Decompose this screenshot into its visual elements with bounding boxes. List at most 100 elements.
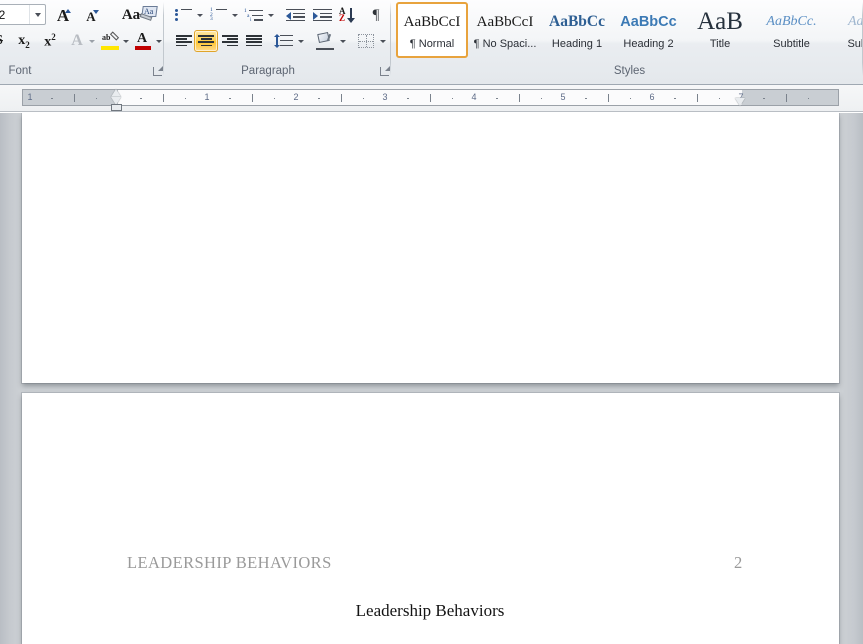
highlight-color-dropdown[interactable]	[121, 32, 131, 50]
style-subtitle[interactable]: AaBbCc. Subtitle	[755, 2, 828, 58]
document-page-2[interactable]: LEADERSHIP BEHAVIORS 2 Leadership Behavi…	[22, 393, 839, 644]
clear-formatting-button[interactable]: Aa	[135, 2, 163, 28]
align-right-button[interactable]	[218, 30, 242, 52]
ruler-quarter-inch-dot	[273, 97, 276, 99]
highlighter-icon: ab	[101, 31, 120, 50]
numbering-icon: 123	[210, 7, 227, 22]
sort-icon: A Z	[339, 6, 359, 24]
shading-dropdown[interactable]	[337, 32, 348, 50]
bullets-dropdown[interactable]	[194, 6, 205, 24]
shrink-font-button[interactable]: A	[78, 4, 104, 26]
ruler-track: 11234567	[22, 89, 839, 106]
clear-formatting-icon: Aa	[139, 6, 159, 24]
left-indent-marker[interactable]	[111, 104, 122, 111]
pilcrow-icon: ¶	[372, 6, 380, 23]
paint-bucket-icon	[315, 31, 336, 50]
shrink-font-arrow-icon	[93, 10, 99, 14]
ruler-half-inch-tick	[785, 94, 787, 102]
borders-dropdown[interactable]	[377, 32, 388, 50]
document-title: Leadership Behaviors	[355, 601, 505, 620]
font-size-combo[interactable]: 12	[0, 4, 46, 25]
increase-indent-icon	[312, 8, 332, 22]
subscript-button[interactable]: x2	[12, 30, 36, 52]
multilevel-list-icon: 1 a i	[244, 8, 263, 23]
font-color-button[interactable]: A	[131, 30, 155, 52]
font-size-dropdown-arrow[interactable]	[29, 5, 45, 24]
ruler-number: 4	[471, 92, 477, 102]
ruler-half-inch-tick	[696, 94, 698, 102]
bullets-button[interactable]	[172, 4, 195, 26]
ruler-half-inch-tick	[340, 94, 342, 102]
text-effects-dropdown[interactable]	[87, 32, 97, 50]
style-no-spacing[interactable]: AaBbCcI ¶ No Spaci...	[468, 2, 542, 58]
ruler-quarter-inch-dot	[318, 97, 320, 99]
paragraph-dialog-launcher[interactable]	[379, 66, 390, 77]
ruler-half-inch-tick	[251, 94, 253, 102]
align-left-button[interactable]	[172, 30, 196, 52]
ruler-number: 2	[293, 92, 299, 102]
align-center-button[interactable]	[194, 30, 218, 52]
show-formatting-marks-button[interactable]: ¶	[365, 4, 387, 26]
style-title[interactable]: AaB Title	[685, 2, 755, 58]
numbering-dropdown[interactable]	[229, 6, 240, 24]
style-normal-label: ¶ Normal	[409, 38, 455, 50]
align-left-icon	[176, 35, 192, 47]
style-heading-1[interactable]: AaBbCс Heading 1	[542, 2, 612, 58]
style-no-spacing-preview: AaBbCcI	[476, 14, 534, 30]
font-dialog-launcher[interactable]	[152, 66, 163, 77]
decrease-indent-button[interactable]	[283, 4, 307, 26]
shading-caret-icon	[339, 39, 346, 43]
style-heading-2-label: Heading 2	[623, 38, 674, 50]
justify-button[interactable]	[242, 30, 266, 52]
document-page-1[interactable]	[22, 113, 839, 383]
line-spacing-button[interactable]	[272, 30, 296, 52]
ruler-half-inch-tick	[73, 94, 75, 102]
ribbon-group-labels: Font Paragraph Styles	[0, 60, 863, 84]
line-spacing-dropdown[interactable]	[295, 32, 306, 50]
right-indent-marker[interactable]	[735, 98, 745, 106]
group-label-styles: Styles	[613, 65, 646, 77]
group-label-font: Font	[8, 65, 32, 77]
text-effects-button[interactable]: A	[66, 30, 88, 52]
strikethrough-glyph: S	[0, 33, 3, 49]
horizontal-ruler[interactable]: 11234567	[0, 85, 863, 112]
ruler-quarter-inch-dot	[629, 97, 632, 99]
shading-button[interactable]	[313, 30, 338, 52]
text-highlight-color-button[interactable]: ab	[98, 30, 122, 52]
grow-font-button[interactable]: A	[50, 4, 76, 26]
word-application-window: 12 A A Aa Aa	[0, 0, 863, 644]
ruler-number: 3	[382, 92, 388, 102]
style-heading-2[interactable]: AaBbCc Heading 2	[612, 2, 685, 58]
multilevel-list-dropdown[interactable]	[265, 6, 276, 24]
font-size-value: 12	[0, 7, 6, 22]
style-no-spacing-label: ¶ No Spaci...	[473, 38, 537, 50]
style-normal[interactable]: AaBbCcI ¶ Normal	[396, 2, 468, 58]
ruler-quarter-inch-dot	[95, 97, 98, 99]
strikethrough-button[interactable]: S	[0, 30, 10, 52]
page-header[interactable]: LEADERSHIP BEHAVIORS 2	[22, 553, 839, 575]
document-body[interactable]: Organizational success depends on the ef…	[117, 636, 753, 644]
first-line-indent-marker[interactable]	[111, 89, 121, 97]
text-effects-glyph: A	[71, 32, 83, 49]
multilevel-list-button[interactable]: 1 a i	[241, 4, 266, 26]
highlight-caret-icon	[123, 39, 129, 43]
ruler-quarter-inch-dot	[51, 97, 53, 99]
sort-button[interactable]: A Z	[336, 4, 362, 26]
numbering-button[interactable]: 123	[207, 4, 230, 26]
ruler-quarter-inch-dot	[496, 97, 498, 99]
style-subtle-emphasis-label: Subtl	[847, 38, 863, 50]
document-canvas[interactable]: LEADERSHIP BEHAVIORS 2 Leadership Behavi…	[0, 113, 863, 644]
group-label-paragraph: Paragraph	[241, 65, 295, 77]
increase-indent-button[interactable]	[310, 4, 334, 26]
ruler-number: 1	[27, 92, 33, 102]
line-spacing-caret-icon	[297, 39, 304, 43]
ruler-half-inch-tick	[429, 94, 431, 102]
running-head-text: LEADERSHIP BEHAVIORS	[127, 553, 332, 572]
borders-button[interactable]	[354, 30, 378, 52]
ruler-half-inch-tick	[607, 94, 609, 102]
superscript-button[interactable]: x2	[38, 30, 62, 52]
grow-font-arrow-icon	[65, 9, 71, 13]
font-color-caret-icon	[156, 39, 162, 43]
style-subtle-emphasis[interactable]: AaB Subtl	[828, 2, 863, 58]
style-heading-1-label: Heading 1	[551, 38, 603, 50]
